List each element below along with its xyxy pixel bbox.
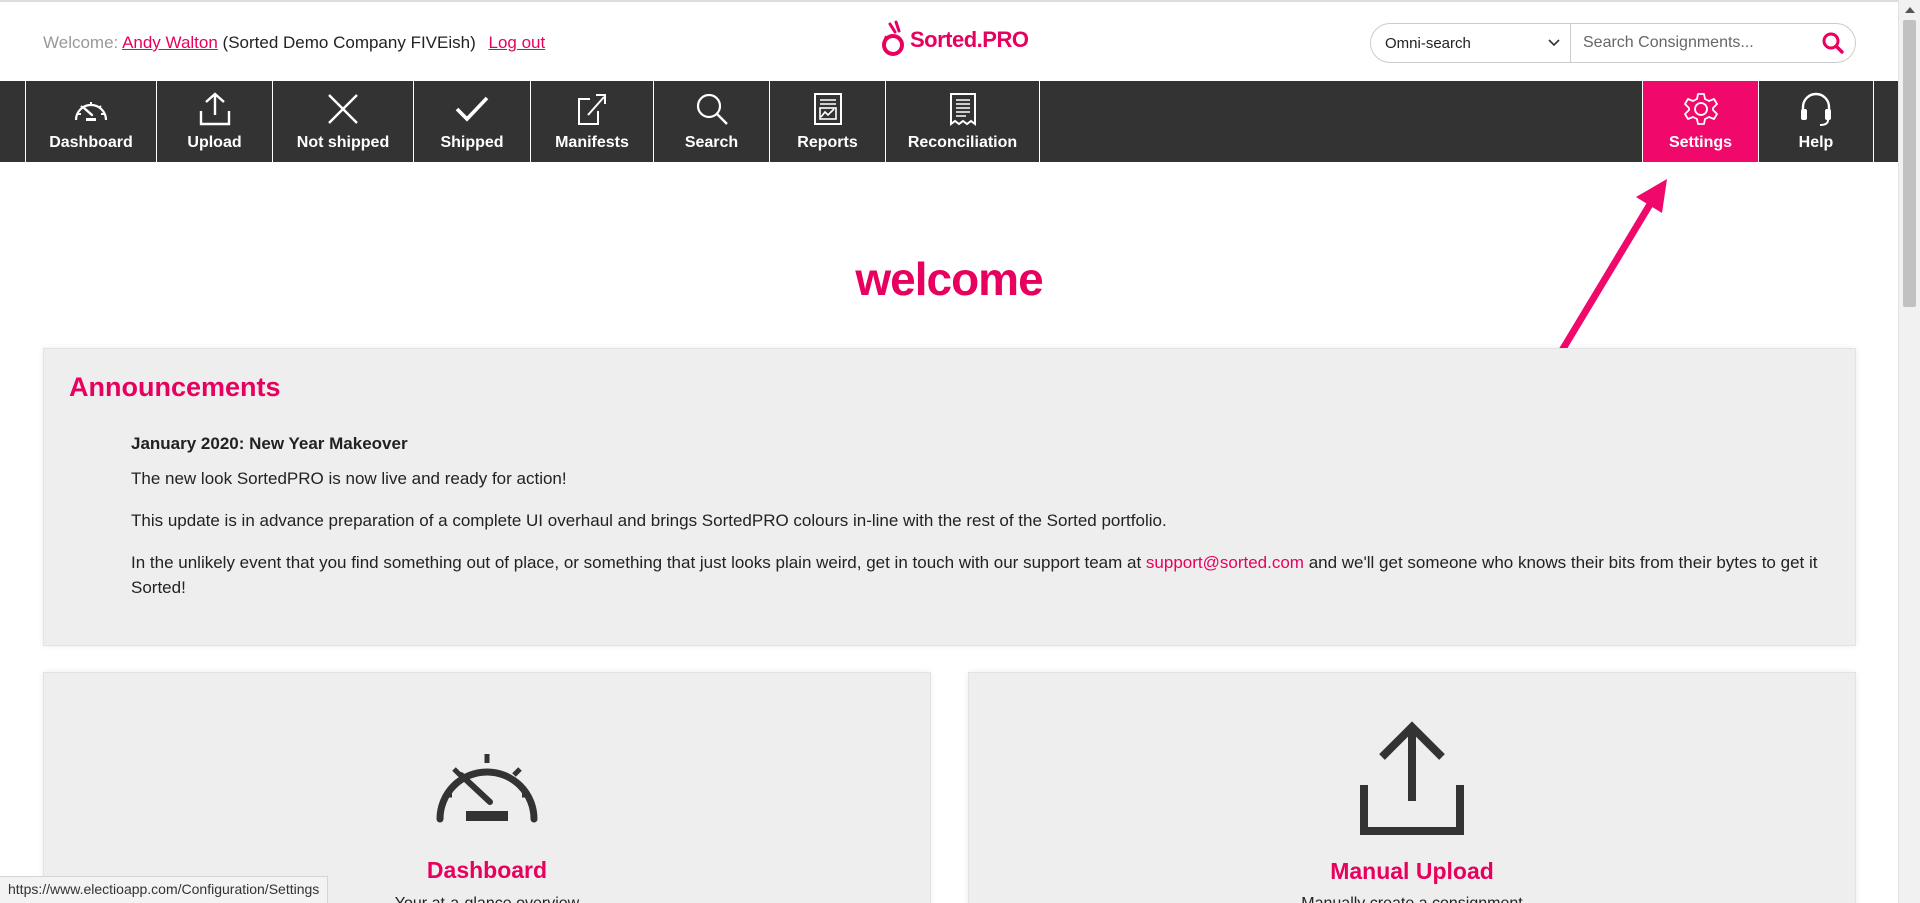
- sorted-pro-logo[interactable]: Sorted.PRO: [880, 20, 1029, 60]
- announcement-item: January 2020: New Year Makeover The new …: [131, 431, 1831, 617]
- nav-reconciliation[interactable]: Reconciliation: [885, 81, 1040, 162]
- announcement-paragraph: The new look SortedPRO is now live and r…: [131, 469, 567, 488]
- nav-upload[interactable]: Upload: [156, 81, 272, 162]
- main-nav: Dashboard Upload Not shipped Shipped Man…: [0, 81, 1898, 162]
- nav-shipped[interactable]: Shipped: [413, 81, 530, 162]
- announcement-paragraph: This update is in advance preparation of…: [131, 511, 1167, 530]
- logo-text: Sorted.PRO: [910, 27, 1029, 52]
- company-name: (Sorted Demo Company FIVEish): [222, 33, 476, 52]
- nav-dashboard[interactable]: Dashboard: [25, 81, 156, 162]
- page-scrollbar[interactable]: [1898, 0, 1920, 903]
- nav-label: Settings: [1668, 134, 1733, 151]
- nav-label: Reconciliation: [907, 134, 1018, 151]
- announcement-text: In the unlikely event that you find some…: [131, 553, 1146, 572]
- receipt-icon: [949, 93, 976, 126]
- scroll-up-icon[interactable]: [1899, 2, 1920, 18]
- announcement-paragraph: In the unlikely event that you find some…: [131, 550, 1831, 600]
- nav-not-shipped[interactable]: Not shipped: [272, 81, 413, 162]
- tile-subtitle: Manually create a consignment: [969, 895, 1855, 903]
- welcome-text: Welcome: Andy Walton (Sorted Demo Compan…: [43, 33, 545, 53]
- nav-label: Search: [684, 134, 739, 151]
- dashboard-tile[interactable]: Dashboard Your at-a-glance overview: [43, 672, 931, 903]
- nav-label: Shipped: [440, 134, 504, 151]
- scroll-thumb[interactable]: [1903, 20, 1916, 307]
- search-submit-button[interactable]: [1811, 24, 1855, 62]
- export-document-icon: [578, 94, 606, 125]
- nav-help[interactable]: Help: [1758, 81, 1874, 162]
- nav-label: Not shipped: [296, 134, 390, 151]
- announcements-panel: Announcements January 2020: New Year Mak…: [43, 348, 1856, 646]
- speedometer-icon: [74, 102, 108, 121]
- nav-manifests[interactable]: Manifests: [530, 81, 653, 162]
- upload-icon: [199, 92, 230, 126]
- headset-icon: [1801, 92, 1831, 126]
- manual-upload-tile[interactable]: Manual Upload Manually create a consignm…: [968, 672, 1856, 903]
- magnifier-icon: [696, 93, 728, 125]
- gear-icon: [1683, 93, 1718, 125]
- announcements-heading: Announcements: [69, 372, 281, 402]
- user-name-link[interactable]: Andy Walton: [122, 33, 218, 52]
- x-icon: [328, 94, 358, 124]
- nav-label: Reports: [797, 134, 858, 151]
- nav-label: Manifests: [555, 134, 629, 151]
- consignment-search-input[interactable]: [1571, 24, 1811, 62]
- nav-search[interactable]: Search: [653, 81, 769, 162]
- browser-status-bar: https://www.electioapp.com/Configuration…: [0, 876, 329, 903]
- nav-label: Upload: [187, 134, 242, 151]
- sorted-logo-icon: [882, 20, 904, 56]
- nav-label: Help: [1798, 134, 1834, 151]
- upload-icon: [1360, 721, 1464, 835]
- omni-search-value: Omni-search: [1385, 34, 1471, 52]
- check-icon: [455, 96, 489, 122]
- tile-title: Manual Upload: [1330, 858, 1494, 884]
- nav-reports[interactable]: Reports: [769, 81, 885, 162]
- announcement-title: January 2020: New Year Makeover: [131, 434, 408, 453]
- chevron-down-icon: [1548, 39, 1560, 47]
- omni-search-select[interactable]: Omni-search: [1371, 24, 1571, 62]
- support-email-link[interactable]: support@sorted.com: [1146, 553, 1304, 572]
- search-bar: Omni-search: [1370, 23, 1856, 63]
- welcome-label: Welcome:: [43, 33, 119, 52]
- logout-link[interactable]: Log out: [488, 33, 545, 52]
- report-icon: [813, 93, 842, 125]
- top-bar: Welcome: Andy Walton (Sorted Demo Compan…: [0, 0, 1898, 81]
- nav-label: Dashboard: [49, 134, 133, 151]
- nav-settings[interactable]: Settings: [1642, 81, 1758, 162]
- speedometer-icon: [436, 754, 538, 823]
- search-icon: [1822, 32, 1844, 54]
